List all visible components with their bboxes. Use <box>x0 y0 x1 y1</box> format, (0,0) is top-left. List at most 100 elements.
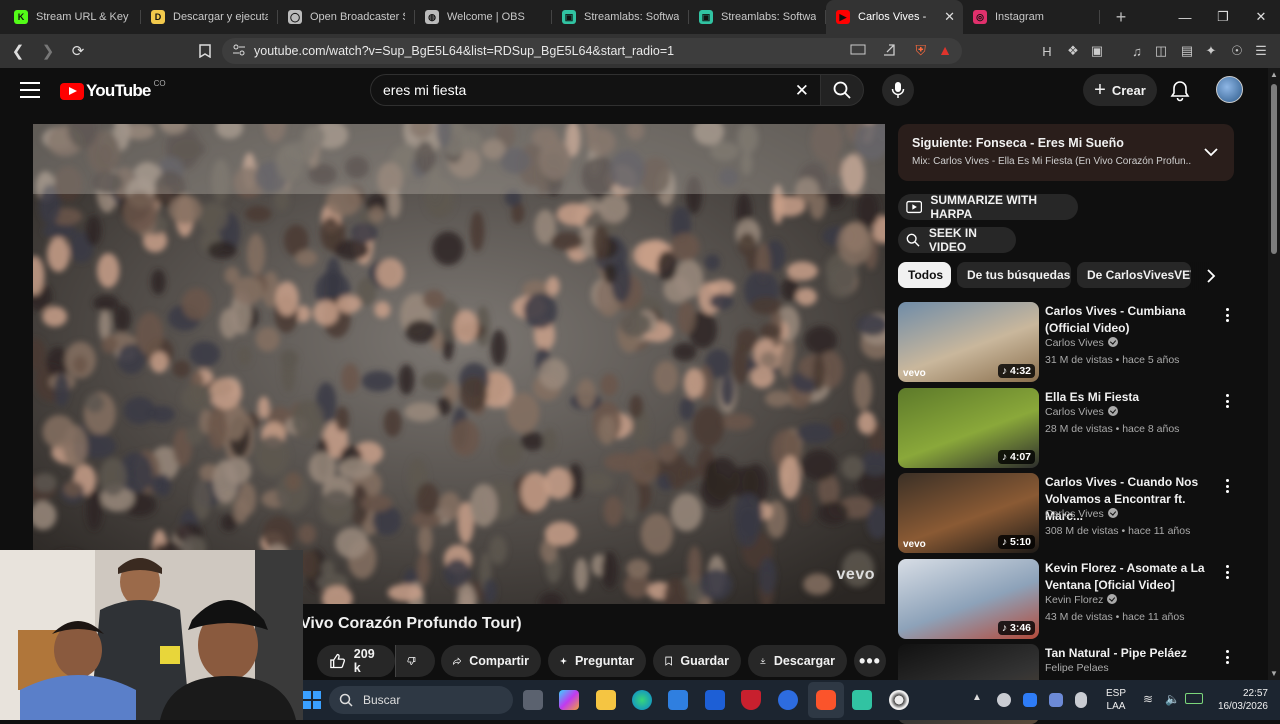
download-button[interactable]: Descargar <box>748 645 847 677</box>
vpn-icon[interactable]: ☉ <box>1228 42 1246 60</box>
language-indicator[interactable]: ESP LAA <box>1106 687 1126 713</box>
more-actions-button[interactable]: ••• <box>854 645 886 677</box>
sidebar-icon[interactable]: ◫ <box>1152 42 1170 60</box>
video-thumbnail[interactable]: vevo ♪ 4:32 <box>898 302 1039 382</box>
more-vertical-icon[interactable] <box>1220 648 1234 666</box>
edge-icon[interactable] <box>632 690 652 710</box>
more-vertical-icon[interactable] <box>1220 306 1234 324</box>
antivirus-icon[interactable] <box>741 690 761 710</box>
chevron-down-icon[interactable] <box>1204 144 1218 162</box>
like-button[interactable]: 209 k <box>317 645 395 677</box>
tray-bluetooth-icon[interactable] <box>1023 693 1037 707</box>
recommended-video[interactable]: ♪ 4:07 Ella Es Mi Fiesta Carlos Vives 28 M … <box>898 388 1234 468</box>
tray-app-icon[interactable] <box>997 693 1011 707</box>
microsoft-store-icon[interactable] <box>668 690 688 710</box>
create-button[interactable]: + Crear <box>1083 74 1157 106</box>
voice-search-button[interactable] <box>882 74 914 106</box>
chip-from-channel[interactable]: De CarlosVivesVEVO <box>1077 262 1191 288</box>
share-button[interactable]: Compartir <box>441 645 541 677</box>
video-thumbnail[interactable]: ♪ 3:46 <box>898 559 1039 639</box>
chip-todos[interactable]: Todos <box>898 262 951 288</box>
channel-name[interactable]: Carlos Vives <box>1045 508 1118 520</box>
browser-tab[interactable]: ▶ Carlos Vives - ✕ <box>826 0 963 34</box>
clear-search-icon[interactable]: ✕ <box>795 81 809 101</box>
browser-tab[interactable]: K Stream URL & Key - K <box>4 0 141 34</box>
brave-browser-icon[interactable] <box>816 690 836 710</box>
channel-name[interactable]: Felipe Pelaes <box>1045 662 1109 674</box>
video-player[interactable]: vevo <box>33 124 885 604</box>
chevron-right-icon[interactable] <box>1206 269 1216 288</box>
forward-button[interactable]: ❯ <box>36 39 60 63</box>
reload-button[interactable]: ⟳ <box>66 39 90 63</box>
chip-from-searches[interactable]: De tus búsquedas <box>957 262 1071 288</box>
leo-ai-icon[interactable]: ✦ <box>1202 42 1220 60</box>
obs-icon[interactable] <box>889 690 909 710</box>
task-view-icon[interactable] <box>523 690 543 710</box>
browser-tab[interactable]: ◎ Instagram <box>963 0 1100 34</box>
media-controls-icon[interactable]: ♫ <box>1128 42 1146 60</box>
taskbar-search-input[interactable]: Buscar <box>329 686 513 714</box>
screenshot-extension-icon[interactable]: ▣ <box>1088 42 1106 60</box>
recommended-title[interactable]: Ella Es Mi Fiesta <box>1045 389 1215 406</box>
back-button[interactable]: ❮ <box>6 39 30 63</box>
clock[interactable]: 22:57 16/03/2026 <box>1210 687 1268 713</box>
copilot-icon[interactable] <box>559 690 579 710</box>
ask-button[interactable]: Preguntar <box>548 645 646 677</box>
channel-name[interactable]: Carlos Vives <box>1045 406 1118 418</box>
recommended-title[interactable]: Kevin Florez - Asomate a La Ventana [Ofi… <box>1045 560 1215 594</box>
browser-tab[interactable]: ◯ Open Broadcaster Sof <box>278 0 415 34</box>
guide-menu-icon[interactable] <box>20 82 40 98</box>
youtube-logo[interactable]: YouTube CO <box>60 79 166 101</box>
dislike-button[interactable] <box>395 645 435 677</box>
harpa-extension-icon[interactable]: H <box>1038 42 1056 60</box>
code-editor-icon[interactable] <box>705 690 725 710</box>
file-explorer-icon[interactable] <box>596 690 616 710</box>
brave-shields-icon[interactable]: ⛨ <box>916 42 927 59</box>
url-field[interactable]: youtube.com/watch?v=Sup_BgE5L64&list=RDS… <box>222 38 962 64</box>
bookmark-icon[interactable] <box>196 42 214 60</box>
up-next-panel[interactable]: Siguiente: Fonseca - Eres Mi Sueño Mix: … <box>898 124 1234 181</box>
recommended-video[interactable]: vevo ♪ 4:32 Carlos Vives - Cumbiana (Offic… <box>898 302 1234 382</box>
new-tab-button[interactable]: + <box>1106 7 1136 28</box>
recommended-video[interactable]: vevo ♪ 5:10 Carlos Vives - Cuando Nos Volv… <box>898 473 1234 553</box>
maximize-button[interactable]: ❐ <box>1204 0 1242 34</box>
browser-tab[interactable]: ▣ Streamlabs: Software <box>689 0 826 34</box>
recommended-title[interactable]: Tan Natural - Pipe Peláez <box>1045 645 1215 662</box>
more-vertical-icon[interactable] <box>1220 477 1234 495</box>
browser-tab[interactable]: ◍ Welcome | OBS <box>415 0 552 34</box>
account-avatar[interactable] <box>1216 76 1243 103</box>
minimize-button[interactable]: — <box>1166 0 1204 34</box>
site-settings-icon[interactable] <box>232 43 246 60</box>
scrollbar-thumb[interactable] <box>1271 84 1277 254</box>
page-scrollbar[interactable]: ▲ ▼ <box>1268 68 1280 680</box>
browser-tab[interactable]: D Descargar y ejecutar <box>141 0 278 34</box>
battery-icon[interactable] <box>1185 693 1203 704</box>
harpa-summarize-button[interactable]: SUMMARIZE WITH HARPA <box>898 193 1078 221</box>
save-button[interactable]: Guardar <box>653 645 741 677</box>
search-button[interactable] <box>820 74 864 106</box>
scroll-down-icon[interactable]: ▼ <box>1270 669 1278 678</box>
search-input[interactable]: eres mi fiesta ✕ <box>370 74 824 106</box>
more-vertical-icon[interactable] <box>1220 392 1234 410</box>
tray-sync-icon[interactable] <box>1049 693 1063 707</box>
close-tab-icon[interactable]: ✕ <box>944 9 955 25</box>
recommended-title[interactable]: Carlos Vives - Cumbiana (Official Video) <box>1045 303 1215 337</box>
close-window-button[interactable]: ✕ <box>1242 0 1280 34</box>
wifi-icon[interactable]: ≋ <box>1143 692 1153 706</box>
tray-overflow-icon[interactable]: ▲ <box>972 692 982 703</box>
app-icon[interactable] <box>778 690 798 710</box>
menu-icon[interactable]: ☰ <box>1252 42 1270 60</box>
scroll-up-icon[interactable]: ▲ <box>1270 70 1278 79</box>
recommended-video[interactable]: ♪ 3:46 Kevin Florez - Asomate a La Ventan… <box>898 559 1234 639</box>
cast-icon[interactable] <box>850 44 866 59</box>
channel-name[interactable]: Kevin Florez <box>1045 594 1118 606</box>
streamlabs-icon[interactable] <box>852 690 872 710</box>
channel-name[interactable]: Carlos Vives <box>1045 337 1118 349</box>
notifications-bell-icon[interactable] <box>1170 80 1190 107</box>
video-thumbnail[interactable]: ♪ 4:07 <box>898 388 1039 468</box>
volume-icon[interactable]: 🔈 <box>1165 692 1180 706</box>
browser-tab[interactable]: ▣ Streamlabs: Software <box>552 0 689 34</box>
extensions-icon[interactable]: ❖ <box>1064 42 1082 60</box>
windows-start-icon[interactable] <box>303 691 321 714</box>
more-vertical-icon[interactable] <box>1220 563 1234 581</box>
